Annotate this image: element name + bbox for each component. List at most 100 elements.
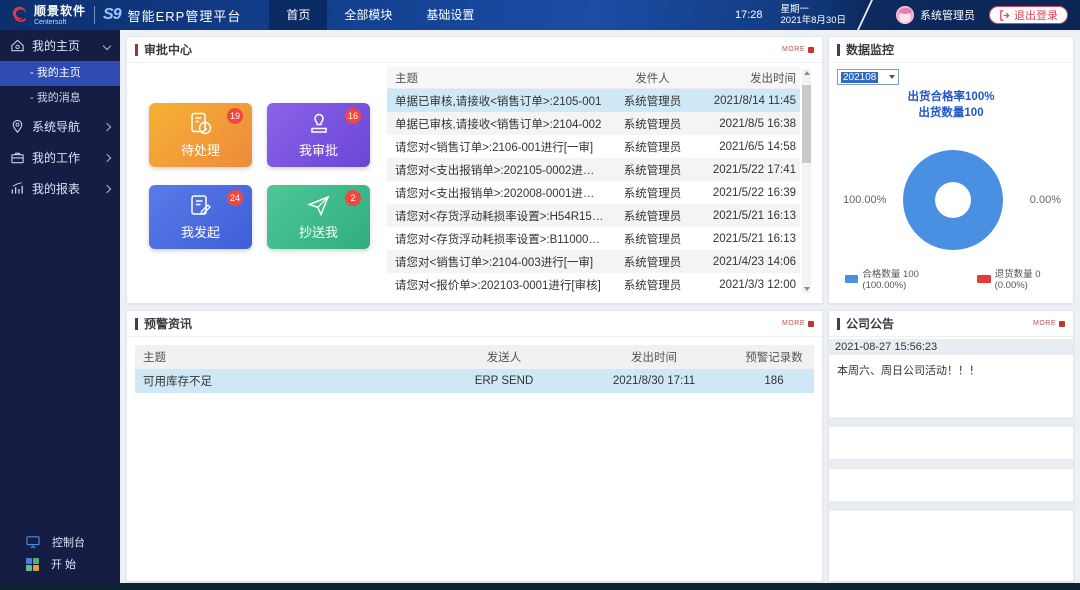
- user-avatar[interactable]: [896, 6, 914, 24]
- panel-title: 数据监控: [846, 41, 894, 58]
- badge-count: 24: [227, 190, 243, 206]
- more-icon: [1059, 321, 1065, 327]
- tile-cc-to-me[interactable]: 抄送我 2: [267, 185, 370, 249]
- bottom-bar: [0, 583, 1080, 590]
- divider: [94, 6, 95, 24]
- tab-basic-settings[interactable]: 基础设置: [409, 0, 491, 30]
- ship-qty-text: 出货数量100: [829, 105, 1073, 121]
- col-header-subject: 主题: [387, 70, 605, 86]
- approval-row[interactable]: 单据已审核,请接收<销售订单>:2104-002 系统管理员 2021/8/5 …: [387, 112, 800, 135]
- briefcase-icon: [10, 150, 25, 165]
- sidebar-item-system-nav[interactable]: 系统导航: [0, 111, 120, 142]
- doc-clock-icon: [188, 111, 214, 137]
- alerts-panel: 预警资讯 MORE 主题 发送人 发出时间 预警记录数 可用库存不足 ERP S…: [126, 310, 823, 582]
- location-pin-icon: [10, 119, 25, 134]
- erp-dashboard: 顺景软件 Centersoft S9 智能ERP管理平台 首页 全部模块 基础设…: [0, 0, 1080, 590]
- approval-row[interactable]: 单据已审核,请接收<销售订单>:2105-001 系统管理员 2021/8/14…: [387, 89, 800, 112]
- col-header-sender: 发送人: [434, 349, 574, 365]
- title-accent: [135, 318, 138, 330]
- sidebar-subitem-my-messages[interactable]: - 我的消息: [0, 86, 120, 111]
- logout-button[interactable]: 退出登录: [989, 6, 1068, 24]
- console-button[interactable]: 控制台: [0, 531, 120, 553]
- scrollbar[interactable]: [802, 69, 811, 293]
- logo: 顺景软件 Centersoft S9 智能ERP管理平台: [0, 4, 241, 26]
- scroll-up-icon[interactable]: [804, 71, 810, 75]
- col-header-sender: 发件人: [605, 70, 700, 86]
- chevron-right-icon: [103, 153, 111, 161]
- start-grid-icon: [26, 558, 39, 571]
- title-accent: [837, 318, 840, 330]
- panel-title: 预警资讯: [144, 315, 192, 332]
- donut-chart: [903, 150, 1003, 250]
- col-header-subject: 主题: [135, 349, 434, 365]
- notice-item-empty: [829, 417, 1073, 427]
- period-select[interactable]: 202108: [837, 69, 899, 85]
- legend-swatch-blue: [845, 275, 858, 283]
- stamp-icon: [306, 111, 332, 137]
- tile-my-approvals[interactable]: 我审批 16: [267, 103, 370, 167]
- badge-count: 16: [345, 108, 361, 124]
- sidebar-subitem-my-home[interactable]: - 我的主页: [0, 61, 120, 86]
- date: 2021年8月30日: [781, 15, 846, 26]
- more-button[interactable]: MORE: [1033, 320, 1065, 327]
- weekday: 星期一: [781, 4, 846, 15]
- main-nav: 首页 全部模块 基础设置: [269, 0, 491, 30]
- alert-row[interactable]: 可用库存不足 ERP SEND 2021/8/30 17:11 186: [135, 369, 814, 393]
- brand-name-en: Centersoft: [34, 19, 86, 26]
- approval-row[interactable]: 请您对<存货浮动耗损率设置>:H54R15006002进行[审核] 系统管理员 …: [387, 204, 800, 227]
- approval-message-table: 主题 发件人 发出时间 单据已审核,请接收<销售订单>:2105-001 系统管…: [387, 67, 800, 295]
- legend-swatch-red: [977, 275, 990, 283]
- approval-row[interactable]: 请您对<销售订单>:2106-001进行[一审] 系统管理员 2021/6/5 …: [387, 135, 800, 158]
- bar-chart-icon: [10, 181, 25, 196]
- pass-rate-text: 出货合格率100%: [829, 89, 1073, 105]
- more-icon: [808, 321, 814, 327]
- more-button[interactable]: MORE: [782, 320, 814, 327]
- tab-all-modules[interactable]: 全部模块: [327, 0, 409, 30]
- more-icon: [808, 47, 814, 53]
- sidebar-item-my-reports[interactable]: 我的报表: [0, 173, 120, 204]
- title-accent: [135, 44, 138, 56]
- tab-home[interactable]: 首页: [269, 0, 327, 30]
- panel-title: 公司公告: [846, 315, 894, 332]
- scroll-down-icon[interactable]: [804, 287, 810, 291]
- data-monitor-panel: 数据监控 202108 出货合格率100% 出货数量100 100.00% 0.…: [828, 36, 1074, 304]
- title-accent: [837, 44, 840, 56]
- chevron-right-icon: [103, 122, 111, 130]
- platform-title: 智能ERP管理平台: [128, 6, 242, 25]
- badge-count: 19: [227, 108, 243, 124]
- logout-icon: [999, 10, 1010, 21]
- donut-label-right: 0.00%: [1030, 194, 1061, 206]
- approval-row[interactable]: 请您对<销售订单>:2104-003进行[一审] 系统管理员 2021/4/23…: [387, 250, 800, 273]
- topbar: 顺景软件 Centersoft S9 智能ERP管理平台 首页 全部模块 基础设…: [0, 0, 1080, 30]
- tile-pending[interactable]: 待处理 19: [149, 103, 252, 167]
- sidebar-item-my-work[interactable]: 我的工作: [0, 142, 120, 173]
- approval-row[interactable]: 请您对<报价单>:202103-0001进行[审核] 系统管理员 2021/3/…: [387, 273, 800, 296]
- col-header-time: 发出时间: [574, 349, 734, 365]
- more-button[interactable]: MORE: [782, 46, 814, 53]
- badge-count: 2: [345, 190, 361, 206]
- doc-edit-icon: [188, 193, 214, 219]
- col-header-time: 发出时间: [700, 70, 800, 86]
- notice-item[interactable]: 2021-08-27 15:56:23 本周六、周日公司活动！！！: [829, 339, 1073, 385]
- product-logo: S9: [103, 6, 121, 24]
- divider: [857, 0, 881, 30]
- panel-title: 审批中心: [144, 41, 192, 58]
- donut-label-left: 100.00%: [843, 194, 886, 206]
- approval-row[interactable]: 请您对<支出报销单>:202008-0001进行[审核] 系统管理员 2021/…: [387, 181, 800, 204]
- start-button[interactable]: 开 始: [0, 553, 120, 575]
- paper-plane-icon: [306, 193, 332, 219]
- alerts-table: 主题 发送人 发出时间 预警记录数 可用库存不足 ERP SEND 2021/8…: [135, 345, 814, 393]
- notice-item-empty: [829, 501, 1073, 511]
- chevron-down-icon: [103, 41, 111, 49]
- sidebar: 我的主页 - 我的主页 - 我的消息 系统导航 我的工作: [0, 30, 120, 583]
- legend-returned: 退货数量 0 (0.00%): [977, 266, 1073, 291]
- sidebar-item-my-home[interactable]: 我的主页: [0, 30, 120, 61]
- scroll-thumb[interactable]: [802, 85, 811, 163]
- period-value: 202108: [841, 72, 878, 83]
- approval-row[interactable]: 请您对<支出报销单>:202105-0002进行[审核] 系统管理员 2021/…: [387, 158, 800, 181]
- notice-item-empty: [829, 459, 1073, 469]
- tile-initiated-by-me[interactable]: 我发起 24: [149, 185, 252, 249]
- approval-center-panel: 审批中心 MORE 待处理 19 我审批: [126, 36, 823, 304]
- notice-text: 本周六、周日公司活动！！！: [829, 355, 1073, 385]
- approval-row[interactable]: 请您对<存货浮动耗损率设置>:B11000001进行[审核] 系统管理员 202…: [387, 227, 800, 250]
